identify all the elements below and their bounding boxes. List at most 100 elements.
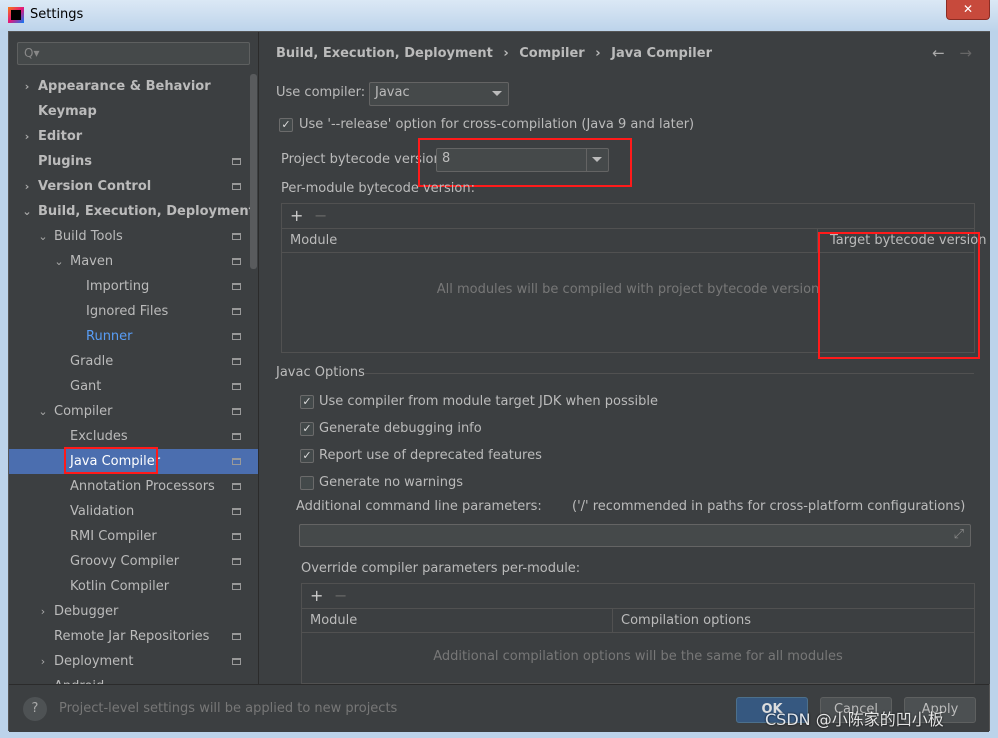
forward-arrow-icon[interactable]: → xyxy=(959,44,972,62)
sidebar-item-label: Kotlin Compiler xyxy=(70,579,170,594)
javac-option-label: Generate debugging info xyxy=(319,421,482,436)
sidebar-item[interactable]: Annotation Processors xyxy=(9,474,258,499)
compiler-select[interactable]: Javac xyxy=(369,82,509,106)
search-input[interactable]: Q▾ xyxy=(17,42,250,65)
add-icon[interactable]: + xyxy=(290,206,303,225)
col-module[interactable]: Module xyxy=(310,609,357,633)
breadcrumb-separator: › xyxy=(503,46,509,61)
release-label: Use '--release' option for cross-compila… xyxy=(299,117,695,132)
sidebar-item[interactable]: Ignored Files xyxy=(9,299,258,324)
remove-icon[interactable]: − xyxy=(314,206,327,225)
sidebar-item-label: Maven xyxy=(70,254,114,269)
javac-option-label: Use compiler from module target JDK when… xyxy=(319,394,658,409)
project-settings-icon xyxy=(232,583,241,590)
project-settings-icon xyxy=(232,533,241,540)
project-settings-icon xyxy=(232,233,241,240)
javac-option-label: Generate no warnings xyxy=(319,475,464,490)
project-settings-icon xyxy=(232,183,241,190)
sidebar-item-label: Groovy Compiler xyxy=(70,554,180,569)
compiler-label: Use compiler: xyxy=(276,85,366,100)
compiler-value: Javac xyxy=(375,85,410,100)
per-module-label: Per-module bytecode version: xyxy=(281,181,475,196)
sidebar-item[interactable]: › Deployment xyxy=(9,649,258,674)
expand-icon[interactable]: ⤢ xyxy=(954,525,964,545)
project-settings-icon xyxy=(232,558,241,565)
sidebar-item[interactable]: Groovy Compiler xyxy=(9,549,258,574)
project-settings-icon xyxy=(232,633,241,640)
javac-options-title: Javac Options xyxy=(276,365,365,380)
project-settings-icon xyxy=(232,358,241,365)
project-settings-icon xyxy=(232,383,241,390)
breadcrumb-item[interactable]: Compiler xyxy=(519,46,584,61)
project-settings-icon xyxy=(232,258,241,265)
table-header: Module Compilation options xyxy=(302,608,974,633)
chevron-down-icon[interactable]: ⌄ xyxy=(38,224,48,249)
chevron-right-icon[interactable]: › xyxy=(22,74,32,99)
sidebar-item[interactable]: Validation xyxy=(9,499,258,524)
close-button[interactable]: ✕ xyxy=(946,0,990,20)
sidebar-item[interactable]: › Editor xyxy=(9,124,258,149)
chevron-right-icon[interactable]: › xyxy=(38,599,48,624)
sidebar-scrollbar[interactable] xyxy=(250,74,257,269)
sidebar-item[interactable]: Importing xyxy=(9,274,258,299)
release-checkbox[interactable]: ✓ xyxy=(279,118,293,132)
help-button[interactable]: ? xyxy=(23,697,47,721)
remove-icon[interactable]: − xyxy=(334,586,347,605)
sidebar-item[interactable]: ⌄ Compiler xyxy=(9,399,258,424)
navigation: ← → xyxy=(932,44,972,62)
sidebar-item-label: Appearance & Behavior xyxy=(38,79,211,94)
sidebar-item[interactable]: ⌄ Build Tools xyxy=(9,224,258,249)
settings-dialog: Q▾ › Appearance & Behavior Keymap › Editor Pl… xyxy=(8,31,990,732)
sidebar-item-label: Runner xyxy=(86,329,133,344)
chevron-right-icon[interactable]: › xyxy=(22,174,32,199)
sidebar-item-label: Gant xyxy=(70,379,102,394)
sidebar-item-label: Remote Jar Repositories xyxy=(54,629,210,644)
sidebar-item[interactable]: Plugins xyxy=(9,149,258,174)
sidebar-item[interactable]: ⌄ Maven xyxy=(9,249,258,274)
sidebar-item[interactable]: Kotlin Compiler xyxy=(9,574,258,599)
params-input[interactable]: ⤢ xyxy=(299,524,971,547)
javac-option-label: Report use of deprecated features xyxy=(319,448,542,463)
chevron-right-icon[interactable]: › xyxy=(22,124,32,149)
project-settings-icon xyxy=(232,333,241,340)
chevron-down-icon[interactable]: ⌄ xyxy=(38,399,48,424)
breadcrumb-item[interactable]: Build, Execution, Deployment xyxy=(276,46,493,61)
javac-option-checkbox[interactable] xyxy=(300,476,314,490)
sidebar-item-label: Validation xyxy=(70,504,135,519)
sidebar-item-label: Importing xyxy=(86,279,150,294)
sidebar-item[interactable]: Excludes xyxy=(9,424,258,449)
project-settings-icon xyxy=(232,283,241,290)
sidebar-item[interactable]: Gant xyxy=(9,374,258,399)
chevron-down-icon[interactable]: ⌄ xyxy=(54,249,64,274)
sidebar-item[interactable]: ⌄ Build, Execution, Deployment xyxy=(9,199,258,224)
sidebar-item[interactable]: Gradle xyxy=(9,349,258,374)
sidebar-item[interactable]: Remote Jar Repositories xyxy=(9,624,258,649)
javac-option-checkbox[interactable]: ✓ xyxy=(300,422,314,436)
watermark: CSDN @小陈家的凹小板 xyxy=(765,710,944,729)
sidebar-item[interactable]: › Debugger xyxy=(9,599,258,624)
col-compilation-options[interactable]: Compilation options xyxy=(612,609,751,633)
chevron-right-icon[interactable]: › xyxy=(38,674,48,684)
sidebar-item-label: Deployment xyxy=(54,654,134,669)
sidebar-item[interactable]: Runner xyxy=(9,324,258,349)
chevron-right-icon[interactable]: › xyxy=(38,649,48,674)
project-settings-icon xyxy=(232,658,241,665)
back-arrow-icon[interactable]: ← xyxy=(932,44,945,62)
intellij-logo-icon xyxy=(8,7,24,23)
footer-note: Project-level settings will be applied t… xyxy=(59,701,398,716)
chevron-down-icon[interactable]: ⌄ xyxy=(22,199,32,224)
sidebar-item[interactable]: › Version Control xyxy=(9,174,258,199)
javac-option-checkbox[interactable]: ✓ xyxy=(300,395,314,409)
sidebar-item[interactable]: Keymap xyxy=(9,99,258,124)
chevron-down-icon xyxy=(492,91,502,96)
javac-option-checkbox[interactable]: ✓ xyxy=(300,449,314,463)
window-title: Settings xyxy=(30,7,84,22)
sidebar-item-label: Version Control xyxy=(38,179,152,194)
project-settings-icon xyxy=(232,483,241,490)
sidebar-item-label: Android xyxy=(54,674,104,684)
sidebar-item[interactable]: RMI Compiler xyxy=(9,524,258,549)
sidebar-item[interactable]: › Android xyxy=(9,674,258,684)
add-icon[interactable]: + xyxy=(310,586,323,605)
col-module[interactable]: Module xyxy=(290,229,337,253)
sidebar-item[interactable]: › Appearance & Behavior xyxy=(9,74,258,99)
